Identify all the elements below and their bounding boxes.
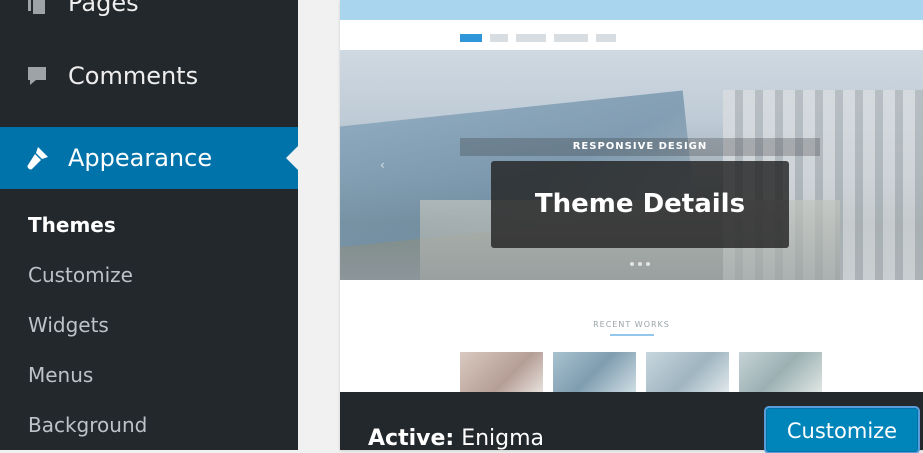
menu-item-label: Comments bbox=[68, 62, 199, 90]
theme-details-button[interactable]: Theme Details bbox=[491, 161, 789, 248]
preview-nav bbox=[460, 34, 616, 42]
menu-item-appearance[interactable]: Appearance bbox=[0, 127, 298, 189]
slider-dots bbox=[630, 262, 650, 266]
submenu-item-menus[interactable]: Menus bbox=[0, 350, 298, 400]
recent-works-label: RECENT WORKS bbox=[593, 320, 670, 329]
thumbnail bbox=[460, 352, 543, 392]
preview-nav-item bbox=[596, 34, 616, 42]
theme-footer: Active: Enigma Customize bbox=[340, 392, 923, 452]
active-theme-label: Active: Enigma bbox=[368, 426, 544, 451]
appearance-submenu: Themes Customize Widgets Menus Backgroun… bbox=[0, 200, 298, 450]
preview-nav-item bbox=[516, 34, 546, 42]
submenu-item-background[interactable]: Background bbox=[0, 400, 298, 450]
preview-topbar bbox=[340, 0, 923, 20]
preview-nav-item bbox=[460, 34, 482, 42]
admin-sidebar: Pages Comments Appearance Themes Customi… bbox=[0, 0, 298, 450]
hero-strip: RESPONSIVE DESIGN bbox=[460, 138, 820, 156]
thumbnail bbox=[553, 352, 636, 392]
comments-icon bbox=[24, 63, 50, 89]
slider-prev-icon: ‹ bbox=[380, 158, 385, 172]
preview-nav-item bbox=[490, 34, 508, 42]
menu-item-comments[interactable]: Comments bbox=[0, 45, 298, 107]
customize-button[interactable]: Customize bbox=[766, 408, 918, 452]
theme-card[interactable]: RESPONSIVE DESIGN ‹ RECENT WORKS Theme D… bbox=[340, 0, 923, 452]
thumbnail bbox=[739, 352, 822, 392]
menu-item-label: Pages bbox=[68, 0, 139, 17]
recent-works-thumbs bbox=[460, 352, 822, 392]
brush-icon bbox=[24, 145, 50, 171]
submenu-item-customize[interactable]: Customize bbox=[0, 250, 298, 300]
recent-works-underline bbox=[610, 334, 654, 336]
thumbnail bbox=[646, 352, 729, 392]
menu-item-label: Appearance bbox=[68, 144, 213, 172]
theme-screenshot[interactable]: RESPONSIVE DESIGN ‹ RECENT WORKS Theme D… bbox=[340, 0, 923, 392]
preview-nav-item bbox=[554, 34, 588, 42]
menu-item-pages[interactable]: Pages bbox=[0, 0, 298, 26]
submenu-item-themes[interactable]: Themes bbox=[0, 200, 298, 250]
pages-icon bbox=[24, 0, 50, 16]
active-theme-name: Enigma bbox=[461, 426, 545, 451]
active-prefix: Active: bbox=[368, 426, 455, 451]
submenu-item-widgets[interactable]: Widgets bbox=[0, 300, 298, 350]
